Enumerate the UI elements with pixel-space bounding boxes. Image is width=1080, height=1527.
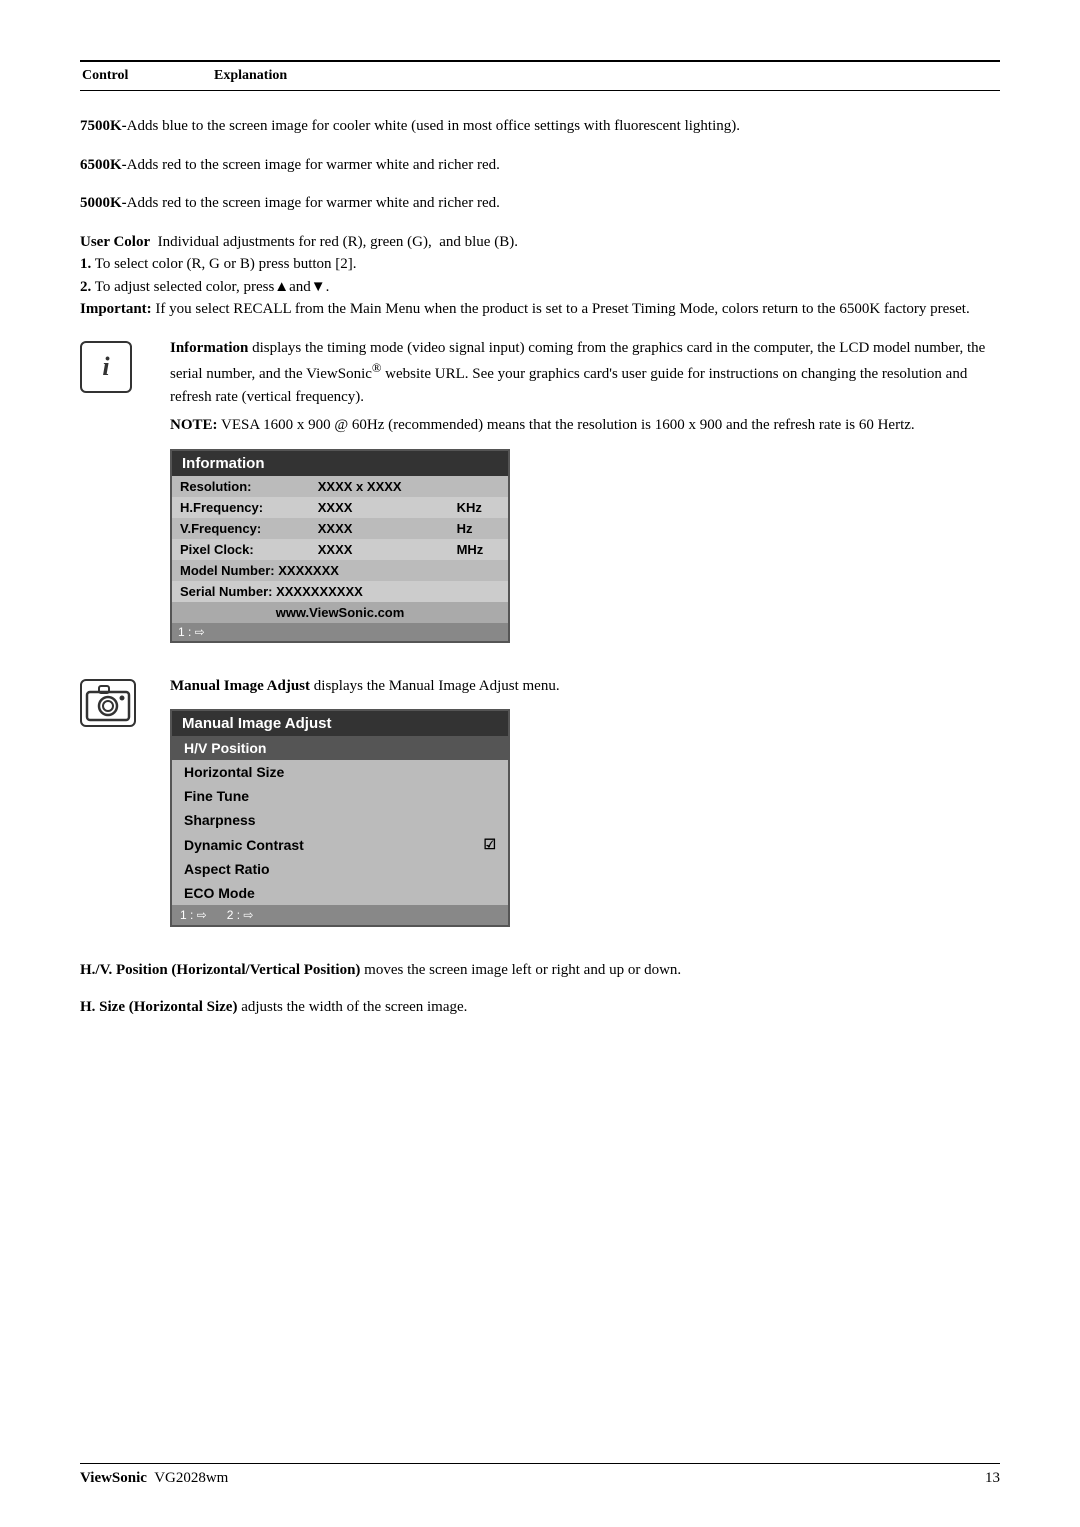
text-user-color-1: 1. To select color (R, G or B) press but… bbox=[80, 253, 1000, 276]
header-table: Control Explanation bbox=[80, 60, 1000, 91]
row-value: XXXX bbox=[310, 497, 449, 518]
mia-text-col: Manual Image Adjust displays the Manual … bbox=[170, 675, 1000, 940]
mia-item-label: Horizontal Size bbox=[184, 764, 284, 780]
mia-item-dynamiccontrast: Dynamic Contrast ☑ bbox=[172, 832, 508, 857]
table-row: V.Frequency: XXXX Hz bbox=[172, 518, 508, 539]
row-label: Pixel Clock: bbox=[172, 539, 310, 560]
footer-model: VG2028wm bbox=[154, 1470, 228, 1486]
mia-item-hvposition: H/V Position bbox=[172, 736, 508, 760]
mia-item-label: ECO Mode bbox=[184, 885, 255, 901]
text-user-color: User Color Individual adjustments for re… bbox=[80, 231, 1000, 254]
footer-brand-name: ViewSonic bbox=[80, 1470, 147, 1486]
table-row: Serial Number: XXXXXXXXXX bbox=[172, 581, 508, 602]
row-unit: KHz bbox=[449, 497, 508, 518]
section-mia: Manual Image Adjust displays the Manual … bbox=[80, 675, 1000, 940]
row-value: XXXX bbox=[310, 539, 449, 560]
mia-icon bbox=[80, 679, 136, 727]
row-unit: MHz bbox=[449, 539, 508, 560]
row-value: XXXX x XXXX bbox=[310, 476, 449, 497]
information-website: www.ViewSonic.com bbox=[172, 602, 508, 623]
mia-footer-1: 1 : ⇨ bbox=[180, 908, 207, 922]
table-row: H.Frequency: XXXX KHz bbox=[172, 497, 508, 518]
mia-box-title: Manual Image Adjust bbox=[172, 711, 508, 736]
information-icon-col: i bbox=[80, 337, 170, 393]
information-box-footer: 1 : ⇨ bbox=[172, 623, 508, 641]
text-6500k: 6500K-Adds red to the screen image for w… bbox=[80, 154, 1000, 177]
header-control: Control bbox=[82, 64, 212, 88]
footer-brand: ViewSonic VG2028wm bbox=[80, 1470, 228, 1487]
text-7500k: 7500K-Adds blue to the screen image for … bbox=[80, 115, 1000, 138]
mia-item-ecomode: ECO Mode bbox=[172, 881, 508, 905]
row-value: XXXX bbox=[310, 518, 449, 539]
table-row: Model Number: XXXXXXX bbox=[172, 560, 508, 581]
mia-item-aspectratio: Aspect Ratio bbox=[172, 857, 508, 881]
information-text-col: Information displays the timing mode (vi… bbox=[170, 337, 1000, 655]
information-intro: Information displays the timing mode (vi… bbox=[170, 337, 1000, 409]
information-icon-label: i bbox=[102, 352, 109, 382]
section-5000k: 5000K-Adds red to the screen image for w… bbox=[80, 192, 1000, 215]
page: Control Explanation 7500K-Adds blue to t… bbox=[0, 0, 1080, 1092]
row-label: H.Frequency: bbox=[172, 497, 310, 518]
header-explanation: Explanation bbox=[214, 64, 998, 88]
mia-box-footer: 1 : ⇨ 2 : ⇨ bbox=[172, 905, 508, 925]
table-row: Pixel Clock: XXXX MHz bbox=[172, 539, 508, 560]
row-unit: Hz bbox=[449, 518, 508, 539]
text-h-size: H. Size (Horizontal Size) adjusts the wi… bbox=[80, 996, 1000, 1019]
row-label: V.Frequency: bbox=[172, 518, 310, 539]
information-box: Information Resolution: XXXX x XXXX H.Fr… bbox=[170, 449, 510, 643]
row-label: Resolution: bbox=[172, 476, 310, 497]
mia-item-label: Fine Tune bbox=[184, 788, 249, 804]
mia-icon-col bbox=[80, 675, 170, 727]
text-user-color-2: 2. To adjust selected color, press▲and▼. bbox=[80, 276, 1000, 299]
mia-item-label: H/V Position bbox=[184, 740, 266, 756]
mia-item-label: Dynamic Contrast bbox=[184, 837, 304, 853]
information-table: Resolution: XXXX x XXXX H.Frequency: XXX… bbox=[172, 476, 508, 602]
mia-intro: Manual Image Adjust displays the Manual … bbox=[170, 675, 1000, 698]
page-footer: ViewSonic VG2028wm 13 bbox=[80, 1463, 1000, 1487]
mia-items: H/V Position Horizontal Size Fine Tune S… bbox=[172, 736, 508, 905]
section-7500k: 7500K-Adds blue to the screen image for … bbox=[80, 115, 1000, 138]
bottom-section: H./V. Position (Horizontal/Vertical Posi… bbox=[80, 959, 1000, 1018]
mia-item-check: ☑ bbox=[483, 836, 496, 853]
information-note: NOTE: VESA 1600 x 900 @ 60Hz (recommende… bbox=[170, 414, 1000, 437]
text-5000k: 5000K-Adds red to the screen image for w… bbox=[80, 192, 1000, 215]
mia-item-sharpness: Sharpness bbox=[172, 808, 508, 832]
mia-item-label: Aspect Ratio bbox=[184, 861, 270, 877]
section-information: i Information displays the timing mode (… bbox=[80, 337, 1000, 655]
row-unit bbox=[449, 476, 508, 497]
section-6500k: 6500K-Adds red to the screen image for w… bbox=[80, 154, 1000, 177]
mia-box: Manual Image Adjust H/V Position Horizon… bbox=[170, 709, 510, 927]
section-user-color: User Color Individual adjustments for re… bbox=[80, 231, 1000, 321]
row-serial: Serial Number: XXXXXXXXXX bbox=[172, 581, 508, 602]
information-box-title: Information bbox=[172, 451, 508, 476]
text-hv-position: H./V. Position (Horizontal/Vertical Posi… bbox=[80, 959, 1000, 982]
footer-page-number: 13 bbox=[985, 1470, 1000, 1487]
mia-item-horizontalsize: Horizontal Size bbox=[172, 760, 508, 784]
mia-item-label: Sharpness bbox=[184, 812, 256, 828]
row-model: Model Number: XXXXXXX bbox=[172, 560, 508, 581]
mia-footer-2: 2 : ⇨ bbox=[227, 908, 254, 922]
mia-item-finetune: Fine Tune bbox=[172, 784, 508, 808]
text-user-color-important: Important: If you select RECALL from the… bbox=[80, 298, 1000, 321]
camera-svg bbox=[85, 684, 131, 722]
information-icon: i bbox=[80, 341, 132, 393]
table-row: Resolution: XXXX x XXXX bbox=[172, 476, 508, 497]
